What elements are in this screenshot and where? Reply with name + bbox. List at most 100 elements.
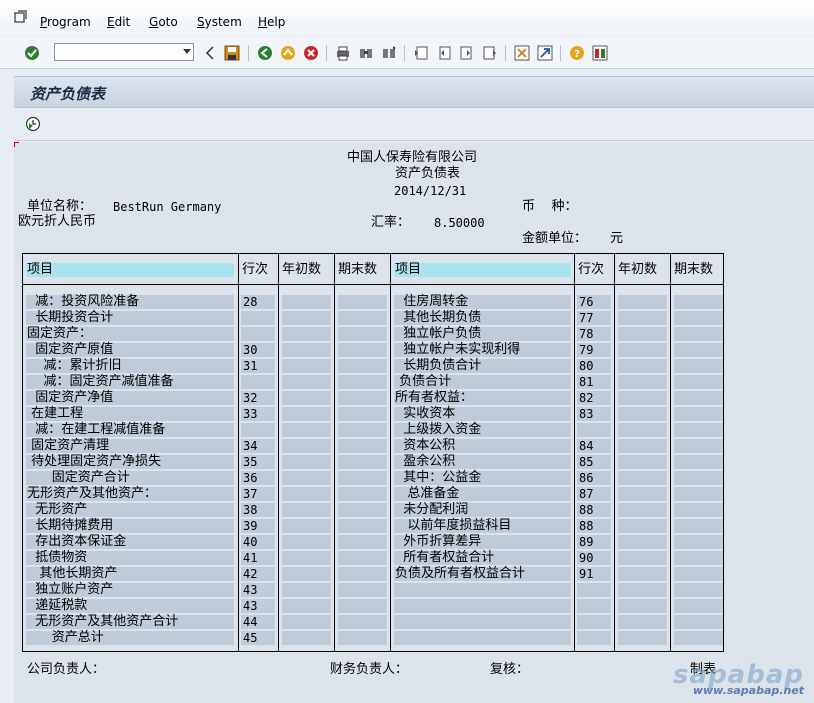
row-end-cell[interactable] xyxy=(338,375,387,389)
row-end-cell[interactable] xyxy=(674,519,723,533)
row-end-cell[interactable] xyxy=(338,599,387,613)
row-begin-cell[interactable] xyxy=(282,391,331,405)
row-end-cell[interactable] xyxy=(674,423,723,437)
row-end-cell[interactable] xyxy=(338,471,387,485)
first-page-icon[interactable] xyxy=(412,44,430,62)
row-end-cell[interactable] xyxy=(674,311,723,325)
row-end-cell[interactable] xyxy=(338,343,387,357)
row-begin-cell[interactable] xyxy=(618,455,667,469)
row-begin-cell[interactable] xyxy=(618,391,667,405)
chevron-down-icon[interactable] xyxy=(183,49,191,54)
row-end-cell[interactable] xyxy=(674,343,723,357)
row-begin-cell[interactable] xyxy=(282,583,331,597)
row-end-cell[interactable] xyxy=(338,359,387,373)
enter-icon[interactable] xyxy=(23,44,41,62)
row-begin-cell[interactable] xyxy=(618,519,667,533)
row-end-cell[interactable] xyxy=(338,567,387,581)
row-end-cell[interactable] xyxy=(338,455,387,469)
row-begin-cell[interactable] xyxy=(618,359,667,373)
row-end-cell[interactable] xyxy=(674,487,723,501)
find-icon[interactable] xyxy=(357,44,375,62)
row-end-cell[interactable] xyxy=(674,599,723,613)
row-end-cell[interactable] xyxy=(674,407,723,421)
shortcut-icon[interactable] xyxy=(536,44,554,62)
new-session-icon[interactable] xyxy=(513,44,531,62)
row-end-cell[interactable] xyxy=(338,615,387,629)
row-end-cell[interactable] xyxy=(338,631,387,645)
row-end-cell[interactable] xyxy=(338,487,387,501)
row-begin-cell[interactable] xyxy=(282,375,331,389)
back-arrow-icon[interactable] xyxy=(201,44,219,62)
row-end-cell[interactable] xyxy=(338,311,387,325)
row-begin-cell[interactable] xyxy=(282,311,331,325)
row-end-cell[interactable] xyxy=(674,535,723,549)
row-end-cell[interactable] xyxy=(674,567,723,581)
menu-help[interactable]: Help xyxy=(258,15,285,29)
row-begin-cell[interactable] xyxy=(618,471,667,485)
row-end-cell[interactable] xyxy=(674,503,723,517)
row-begin-cell[interactable] xyxy=(282,535,331,549)
row-begin-cell[interactable] xyxy=(618,535,667,549)
row-end-cell[interactable] xyxy=(338,535,387,549)
row-end-cell[interactable] xyxy=(338,391,387,405)
last-page-icon[interactable] xyxy=(481,44,499,62)
row-end-cell[interactable] xyxy=(674,359,723,373)
row-end-cell[interactable] xyxy=(674,631,723,645)
prev-page-icon[interactable] xyxy=(435,44,453,62)
cancel-icon[interactable] xyxy=(302,44,320,62)
row-begin-cell[interactable] xyxy=(618,311,667,325)
row-end-cell[interactable] xyxy=(674,615,723,629)
row-begin-cell[interactable] xyxy=(282,359,331,373)
row-begin-cell[interactable] xyxy=(618,567,667,581)
save-icon[interactable] xyxy=(223,44,241,62)
menu-edit[interactable]: Edit xyxy=(107,15,130,29)
row-begin-cell[interactable] xyxy=(282,487,331,501)
row-begin-cell[interactable] xyxy=(618,503,667,517)
row-begin-cell[interactable] xyxy=(618,375,667,389)
row-begin-cell[interactable] xyxy=(282,423,331,437)
print-icon[interactable] xyxy=(334,44,352,62)
row-begin-cell[interactable] xyxy=(618,583,667,597)
row-begin-cell[interactable] xyxy=(618,551,667,565)
system-menu-icon[interactable] xyxy=(14,10,28,24)
row-end-cell[interactable] xyxy=(674,551,723,565)
row-end-cell[interactable] xyxy=(338,439,387,453)
row-begin-cell[interactable] xyxy=(282,615,331,629)
row-begin-cell[interactable] xyxy=(282,455,331,469)
command-field[interactable] xyxy=(54,43,194,61)
row-begin-cell[interactable] xyxy=(618,615,667,629)
row-begin-cell[interactable] xyxy=(618,343,667,357)
row-end-cell[interactable] xyxy=(338,423,387,437)
row-end-cell[interactable] xyxy=(338,407,387,421)
row-begin-cell[interactable] xyxy=(282,407,331,421)
row-begin-cell[interactable] xyxy=(282,631,331,645)
menu-goto[interactable]: Goto xyxy=(149,15,178,29)
row-begin-cell[interactable] xyxy=(618,327,667,341)
menu-system[interactable]: System xyxy=(197,15,242,29)
row-begin-cell[interactable] xyxy=(618,295,667,309)
row-end-cell[interactable] xyxy=(674,327,723,341)
help-icon[interactable]: ? xyxy=(568,44,586,62)
row-end-cell[interactable] xyxy=(674,583,723,597)
row-begin-cell[interactable] xyxy=(618,631,667,645)
row-end-cell[interactable] xyxy=(338,551,387,565)
row-begin-cell[interactable] xyxy=(282,599,331,613)
row-begin-cell[interactable] xyxy=(282,503,331,517)
row-begin-cell[interactable] xyxy=(282,471,331,485)
row-end-cell[interactable] xyxy=(674,391,723,405)
exit-icon[interactable] xyxy=(279,44,297,62)
row-end-cell[interactable] xyxy=(338,503,387,517)
row-end-cell[interactable] xyxy=(674,455,723,469)
execute-clock-icon[interactable] xyxy=(24,115,42,133)
row-begin-cell[interactable] xyxy=(618,487,667,501)
row-begin-cell[interactable] xyxy=(618,407,667,421)
back-icon[interactable] xyxy=(256,44,274,62)
next-page-icon[interactable] xyxy=(458,44,476,62)
row-begin-cell[interactable] xyxy=(282,439,331,453)
row-end-cell[interactable] xyxy=(674,439,723,453)
row-begin-cell[interactable] xyxy=(282,343,331,357)
find-next-icon[interactable] xyxy=(380,44,398,62)
row-end-cell[interactable] xyxy=(338,295,387,309)
row-end-cell[interactable] xyxy=(674,295,723,309)
layout-icon[interactable] xyxy=(591,44,609,62)
